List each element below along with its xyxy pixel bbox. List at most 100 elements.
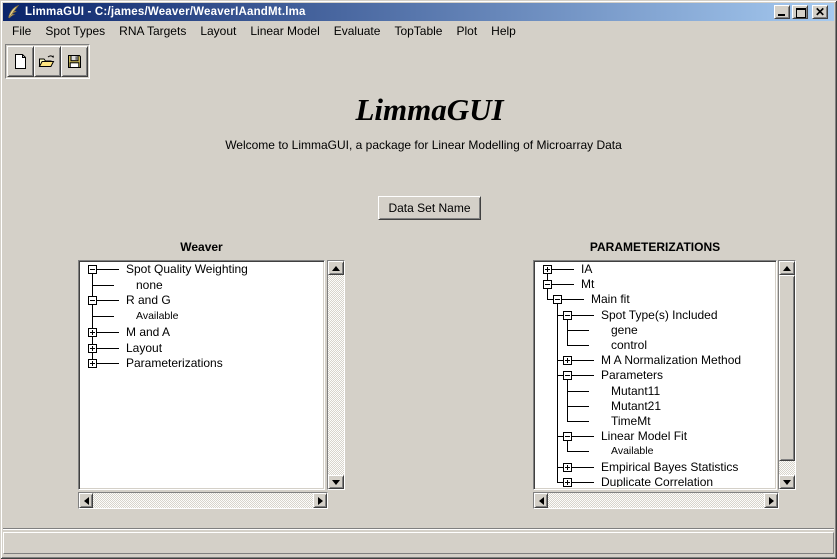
tree-node-label[interactable]: Main fit: [591, 292, 630, 306]
expand-plus-icon[interactable]: [563, 478, 572, 487]
collapse-minus-icon[interactable]: [563, 311, 572, 320]
tree-node-label[interactable]: Mutant21: [611, 399, 661, 413]
tree-line: [92, 285, 114, 286]
collapse-minus-icon[interactable]: [88, 265, 97, 274]
tree-line: [96, 300, 119, 301]
expand-plus-icon[interactable]: [88, 344, 97, 353]
menu-item-toptable[interactable]: TopTable: [387, 22, 449, 40]
tree-node-label[interactable]: Linear Model Fit: [601, 429, 687, 443]
menu-item-spot-types[interactable]: Spot Types: [38, 22, 112, 40]
collapse-minus-icon[interactable]: [543, 280, 552, 289]
welcome-subtitle: Welcome to LimmaGUI, a package for Linea…: [0, 138, 837, 152]
arrow-up-icon: [332, 266, 340, 271]
parameterizations-tree-canvas[interactable]: IAMtMain fit Spot Type(s) Includedgenecon…: [533, 260, 777, 490]
menu-item-file[interactable]: File: [5, 22, 38, 40]
tree-line: [96, 332, 119, 333]
collapse-minus-icon[interactable]: [553, 295, 562, 304]
bottom-divider: [3, 528, 834, 530]
tree-node-label[interactable]: Duplicate Correlation: [601, 475, 713, 487]
tree-node-label[interactable]: Empirical Bayes Statistics: [601, 460, 738, 474]
parameterizations-horizontal-scrollbar[interactable]: [533, 492, 779, 509]
tree-node-label[interactable]: none: [136, 278, 163, 292]
save-file-button[interactable]: [61, 46, 88, 77]
tree-node-label[interactable]: control: [611, 338, 647, 352]
maximize-icon: [796, 8, 806, 18]
close-icon: ✕: [813, 5, 827, 19]
tree-line: [567, 451, 589, 452]
toolbar: [5, 44, 90, 79]
minimize-button[interactable]: [774, 5, 790, 19]
tree-line: [571, 482, 594, 483]
titlebar[interactable]: LimmaGUI - C:/james/Weaver/WeaverIAandMt…: [3, 3, 834, 21]
menu-item-linear-model[interactable]: Linear Model: [243, 22, 326, 40]
scroll-down-button[interactable]: [328, 475, 344, 489]
menubar: FileSpot TypesRNA TargetsLayoutLinear Mo…: [3, 21, 834, 41]
arrow-left-icon: [539, 497, 544, 505]
tree-node-label[interactable]: TimeMt: [611, 414, 651, 428]
expand-plus-icon[interactable]: [88, 328, 97, 337]
data-set-name-button[interactable]: Data Set Name: [378, 196, 481, 220]
scroll-left-button[interactable]: [534, 493, 548, 508]
tree-node-label[interactable]: Mutant11: [611, 384, 660, 398]
close-button[interactable]: ✕: [812, 5, 828, 19]
page-title: LimmaGUI: [0, 93, 837, 127]
parameterizations-tree: IAMtMain fit Spot Type(s) Includedgenecon…: [536, 263, 774, 487]
tk-feather-icon[interactable]: [5, 4, 21, 20]
tree-node-label[interactable]: Spot Type(s) Included: [601, 308, 718, 322]
open-file-button[interactable]: [34, 46, 61, 77]
menu-item-rna-targets[interactable]: RNA Targets: [112, 22, 193, 40]
tree-line: [96, 269, 119, 270]
tree-node-label[interactable]: Available: [136, 310, 178, 323]
collapse-minus-icon[interactable]: [563, 371, 572, 380]
expand-plus-icon[interactable]: [563, 463, 572, 472]
arrow-right-icon: [769, 497, 774, 505]
collapse-minus-icon[interactable]: [88, 296, 97, 305]
tree-node-label[interactable]: IA: [581, 263, 592, 276]
weaver-vertical-scrollbar[interactable]: [327, 260, 345, 490]
parameterizations-vertical-scrollbar[interactable]: [778, 260, 796, 490]
scroll-up-button[interactable]: [779, 261, 795, 275]
scroll-down-button[interactable]: [779, 475, 795, 489]
tree-line: [571, 436, 594, 437]
tree-node-label[interactable]: R and G: [126, 293, 171, 307]
collapse-minus-icon[interactable]: [563, 432, 572, 441]
tree-node-label[interactable]: Parameters: [601, 368, 663, 382]
menu-item-plot[interactable]: Plot: [449, 22, 484, 40]
tree-line: [567, 391, 589, 392]
tree-line: [567, 406, 589, 407]
tree-node-label[interactable]: Spot Quality Weighting: [126, 263, 248, 276]
weaver-tree-canvas[interactable]: Spot Quality Weighting noneR and G Availab…: [78, 260, 325, 490]
tree-node-label[interactable]: Layout: [126, 341, 162, 355]
parameterizations-tree-header: PARAMETERIZATIONS: [533, 240, 777, 255]
scroll-up-button[interactable]: [328, 261, 344, 275]
menu-item-evaluate[interactable]: Evaluate: [327, 22, 388, 40]
new-file-button[interactable]: [7, 46, 34, 77]
tree-node-label[interactable]: Available: [611, 445, 653, 458]
tree-line: [96, 348, 119, 349]
expand-plus-icon[interactable]: [88, 359, 97, 368]
tree-line: [567, 330, 589, 331]
tree-line: [567, 421, 589, 422]
arrow-left-icon: [84, 497, 89, 505]
tree-node-label[interactable]: M and A: [126, 325, 170, 339]
tree-line: [567, 375, 568, 421]
statusbar: [3, 532, 834, 554]
tree-node-label[interactable]: M A Normalization Method: [601, 353, 741, 367]
scroll-right-button[interactable]: [313, 493, 327, 508]
expand-plus-icon[interactable]: [563, 356, 572, 365]
tree-node-label[interactable]: Mt: [581, 277, 594, 291]
menu-item-layout[interactable]: Layout: [193, 22, 243, 40]
expand-plus-icon[interactable]: [543, 265, 552, 274]
limmagui-window: LimmaGUI - C:/james/Weaver/WeaverIAandMt…: [0, 0, 837, 559]
scroll-left-button[interactable]: [79, 493, 93, 508]
scrollbar-thumb[interactable]: [779, 275, 795, 461]
menu-item-help[interactable]: Help: [484, 22, 523, 40]
scroll-right-button[interactable]: [764, 493, 778, 508]
tree-node-label[interactable]: Parameterizations: [126, 356, 223, 370]
window-title: LimmaGUI - C:/james/Weaver/WeaverIAandMt…: [25, 6, 306, 18]
maximize-button[interactable]: [792, 5, 808, 19]
tree-line: [567, 345, 589, 346]
weaver-tree: Spot Quality Weighting noneR and G Availab…: [81, 263, 322, 487]
weaver-horizontal-scrollbar[interactable]: [78, 492, 328, 509]
tree-node-label[interactable]: gene: [611, 323, 638, 337]
